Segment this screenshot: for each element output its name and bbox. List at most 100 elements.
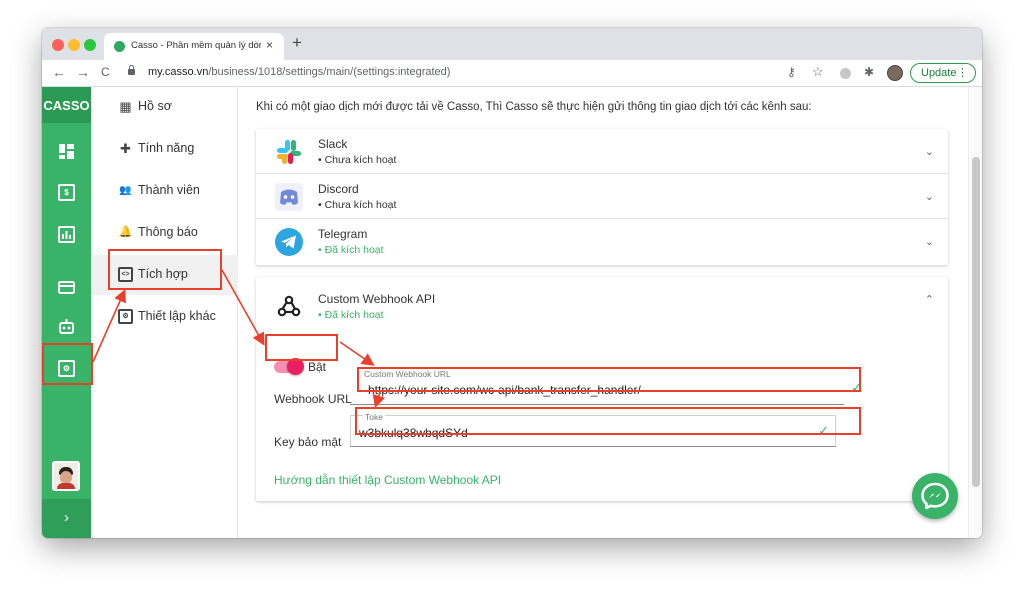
webhook-url-field[interactable]: Custom Webhook URL https://your-site.com… (350, 369, 862, 405)
settings-icon[interactable]: ⚙ (58, 360, 75, 377)
report-icon[interactable] (58, 226, 75, 243)
messenger-icon (921, 482, 949, 510)
url-host: my.casso.vn (148, 66, 209, 78)
webhook-url-float-label: Custom Webhook URL (362, 369, 453, 379)
integrations-panel: Khi có một giao dịch mới được tải về Cas… (238, 87, 968, 538)
telegram-icon (274, 227, 304, 257)
users-icon: 👥 (119, 185, 132, 196)
code-icon: <> (118, 267, 133, 282)
toggle-knob (287, 358, 304, 375)
submenu-item-profile[interactable]: ▦ Hồ sơ (91, 87, 238, 127)
url-text: my.casso.vn/business/1018/settings/main/… (148, 66, 450, 78)
messenger-chat-button[interactable] (912, 473, 958, 519)
submenu-item-notifications[interactable]: 🔔 Thông báo (91, 213, 238, 253)
back-icon[interactable]: ← (52, 64, 66, 80)
channel-status: • Chưa kích hoạt (318, 154, 397, 166)
submenu-item-integrations[interactable]: <> Tích hợp (91, 255, 238, 295)
cash-icon[interactable]: $ (58, 184, 75, 201)
scroll-thumb[interactable] (972, 157, 980, 487)
page-scrollbar[interactable] (968, 87, 982, 538)
chevron-up-icon[interactable]: ⌃ (925, 293, 934, 306)
status-text: Đã kích hoạt (324, 309, 384, 321)
webhook-status: • Đã kích hoạt (318, 309, 384, 321)
browser-window: Casso - Phần mềm quản lý dòng × + ← → C … (42, 28, 982, 538)
submenu-item-members[interactable]: 👥 Thành viên (91, 171, 238, 211)
key-icon[interactable]: ⚷ (787, 65, 796, 79)
discord-icon (274, 182, 304, 212)
page-content: CASSO $ ⚙ › ▦ Hồ sơ ✚ Tính năng 👥 Thành … (42, 87, 982, 538)
tab-strip: Casso - Phần mềm quản lý dòng × + (42, 28, 982, 60)
chevron-down-icon[interactable]: ⌄ (925, 190, 934, 203)
extensions-puzzle-icon[interactable]: ✱ (864, 65, 874, 79)
security-key-field[interactable]: Toke w3bkulq38wbqdSYd ✓ (350, 412, 836, 447)
webhook-url-label: Webhook URL (274, 392, 352, 406)
url-path: /business/1018/settings/main/(settings:i… (208, 66, 451, 78)
chevron-down-icon[interactable]: ⌄ (925, 235, 934, 248)
card-icon[interactable] (58, 279, 75, 296)
status-text: Đã kích hoạt (324, 244, 384, 256)
toggle-label: Bật (308, 360, 327, 374)
submenu-label: Thành viên (138, 183, 200, 197)
casso-logo[interactable]: CASSO (42, 87, 91, 123)
new-tab-button[interactable]: + (292, 33, 302, 53)
puzzle-icon: ✚ (120, 141, 131, 156)
profile-avatar[interactable] (887, 65, 903, 81)
address-bar[interactable]: my.casso.vn/business/1018/settings/main/… (122, 63, 822, 84)
submenu-label: Hồ sơ (138, 99, 172, 113)
intro-text: Khi có một giao dịch mới được tải về Cas… (256, 101, 812, 113)
submenu-item-other-settings[interactable]: ⚙ Thiết lập khác (91, 297, 238, 337)
extension-shield-icon[interactable] (840, 68, 851, 79)
submenu-label: Tính năng (138, 141, 195, 155)
settings-submenu: ▦ Hồ sơ ✚ Tính năng 👥 Thành viên 🔔 Thông… (91, 87, 238, 538)
webhook-guide-link[interactable]: Hướng dẫn thiết lập Custom Webhook API (274, 473, 501, 487)
browser-tab[interactable]: Casso - Phần mềm quản lý dòng × (104, 33, 284, 60)
dashboard-icon[interactable] (58, 143, 75, 160)
bookmark-star-icon[interactable]: ☆ (812, 64, 824, 80)
channel-row-discord[interactable]: Discord • Chưa kích hoạt ⌄ (256, 174, 948, 219)
user-avatar[interactable] (52, 461, 80, 491)
security-key-label: Key bảo mật (274, 435, 342, 449)
maximize-window-button[interactable] (84, 39, 96, 51)
chevron-down-icon[interactable]: ⌄ (925, 145, 934, 158)
channel-name: Telegram (318, 227, 368, 241)
channel-status: • Chưa kích hoạt (318, 199, 397, 211)
update-label: Update (921, 67, 957, 79)
casso-favicon-icon (114, 41, 125, 52)
webhook-icon (274, 291, 304, 321)
channel-row-slack[interactable]: Slack • Chưa kích hoạt ⌄ (256, 129, 948, 174)
submenu-item-features[interactable]: ✚ Tính năng (91, 129, 238, 169)
channel-name: Slack (318, 137, 348, 151)
webhook-url-value: https://your-site.com/wc-api/bank_transf… (368, 383, 641, 397)
channel-list: Slack • Chưa kích hoạt ⌄ Discord • Chưa … (256, 129, 948, 265)
forward-icon[interactable]: → (76, 64, 90, 80)
webhook-card: Custom Webhook API • Đã kích hoạt ⌃ Bật … (256, 277, 948, 501)
reload-icon[interactable]: C (101, 65, 110, 79)
close-window-button[interactable] (52, 39, 64, 51)
status-text: Chưa kích hoạt (324, 154, 397, 166)
channel-row-telegram[interactable]: Telegram • Đã kích hoạt ⌄ (256, 219, 948, 264)
tab-close-icon[interactable]: × (266, 38, 273, 52)
webhook-name: Custom Webhook API (318, 292, 436, 306)
avatar-shirt (57, 483, 75, 489)
app-sidebar: CASSO $ ⚙ › (42, 87, 91, 538)
bell-icon: 🔔 (118, 226, 133, 238)
bot-icon[interactable] (58, 318, 75, 335)
webhook-enable-toggle[interactable] (274, 358, 304, 375)
building-icon: ▦ (119, 99, 132, 114)
security-key-float-label: Toke (363, 412, 385, 422)
check-icon: ✓ (851, 380, 862, 395)
lock-icon (128, 65, 135, 75)
expand-sidebar-button[interactable]: › (42, 499, 91, 538)
tab-title: Casso - Phần mềm quản lý dòng (131, 40, 261, 51)
update-button[interactable]: Update ⋮ (910, 63, 976, 83)
security-key-value: w3bkulq38wbqdSYd (359, 426, 468, 440)
submenu-label: Tích hợp (138, 267, 188, 281)
check-icon: ✓ (818, 423, 829, 438)
gear-icon: ⚙ (118, 309, 133, 324)
menu-dots-icon: ⋮ (957, 67, 968, 79)
channel-name: Discord (318, 182, 359, 196)
browser-toolbar: ← → C my.casso.vn/business/1018/settings… (42, 60, 982, 87)
minimize-window-button[interactable] (68, 39, 80, 51)
status-text: Chưa kích hoạt (324, 199, 397, 211)
channel-status: • Đã kích hoạt (318, 244, 384, 256)
